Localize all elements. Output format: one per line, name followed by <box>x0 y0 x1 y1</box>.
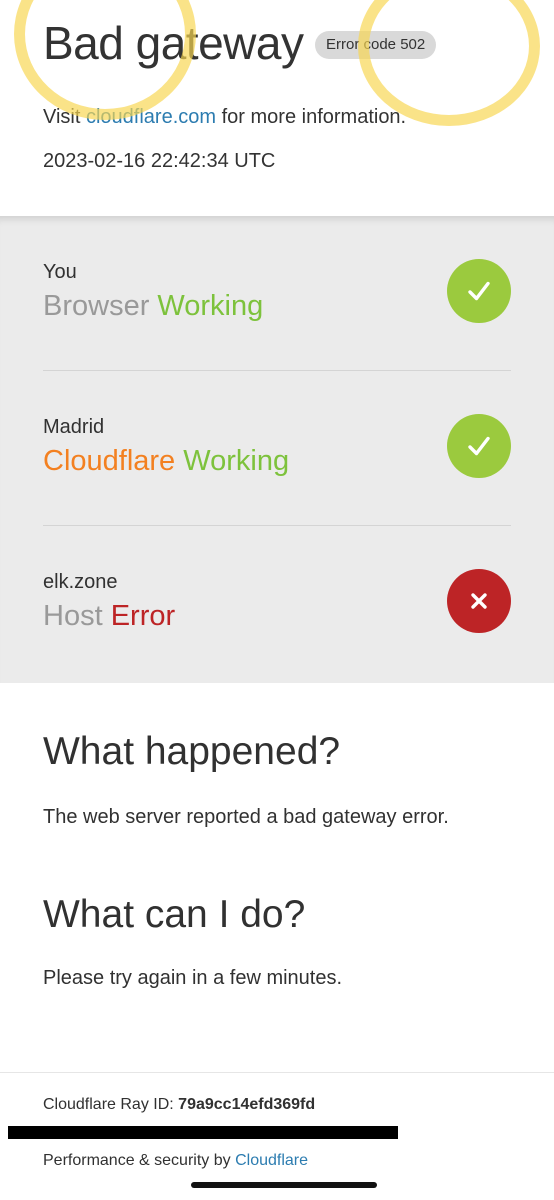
visit-info: Visit cloudflare.com for more informatio… <box>43 106 406 129</box>
status-text: Working <box>157 290 264 322</box>
checkmark-icon <box>447 259 511 323</box>
performance-prefix: Performance & security by <box>43 1152 236 1169</box>
what-happened-text: The web server reported a bad gateway er… <box>43 806 449 828</box>
status-text: Working <box>183 445 290 477</box>
home-indicator[interactable] <box>191 1182 377 1188</box>
page-title: Bad gateway <box>43 17 304 69</box>
checkmark-icon <box>447 414 511 478</box>
ray-id-line: Cloudflare Ray ID: 79a9cc14efd369fd <box>43 1096 315 1114</box>
status-panel: You Browser Working Madrid Cloudflare Wo… <box>0 216 554 683</box>
status-type: Host <box>43 600 103 632</box>
status-location: Madrid <box>43 416 105 438</box>
status-text: Error <box>110 600 176 632</box>
timestamp: 2023-02-16 22:42:34 UTC <box>43 150 276 172</box>
status-row-browser: You Browser Working <box>43 216 511 371</box>
error-code-badge: Error code 502 <box>315 31 437 59</box>
status-row-host: elk.zone Host Error <box>43 526 511 681</box>
error-header: Bad gateway Error code 502 Visit cloudfl… <box>0 0 554 216</box>
footer-divider <box>0 1072 554 1073</box>
status-type-line: Browser Working <box>43 290 263 323</box>
cloudflare-footer-link[interactable]: Cloudflare <box>235 1152 308 1169</box>
cloudflare-link[interactable]: cloudflare.com <box>86 106 216 128</box>
status-type-line: Host Error <box>43 600 175 633</box>
what-happened-heading: What happened? <box>43 730 341 773</box>
ray-id-label: Cloudflare Ray ID: <box>43 1096 179 1113</box>
performance-line: Performance & security by Cloudflare <box>43 1152 308 1170</box>
status-row-cloudflare: Madrid Cloudflare Working <box>43 371 511 526</box>
status-type-line: Cloudflare Working <box>43 445 289 478</box>
status-type: Cloudflare <box>43 445 176 477</box>
visit-suffix: for more information. <box>216 106 407 128</box>
redaction-bar <box>8 1126 398 1139</box>
what-can-i-do-text: Please try again in a few minutes. <box>43 967 343 989</box>
status-type: Browser <box>43 290 150 322</box>
visit-prefix: Visit <box>43 106 86 128</box>
x-icon <box>447 569 511 633</box>
status-location: You <box>43 261 77 283</box>
status-location: elk.zone <box>43 571 118 593</box>
what-can-i-do-heading: What can I do? <box>43 893 306 936</box>
ray-id-value: 79a9cc14efd369fd <box>178 1096 316 1113</box>
